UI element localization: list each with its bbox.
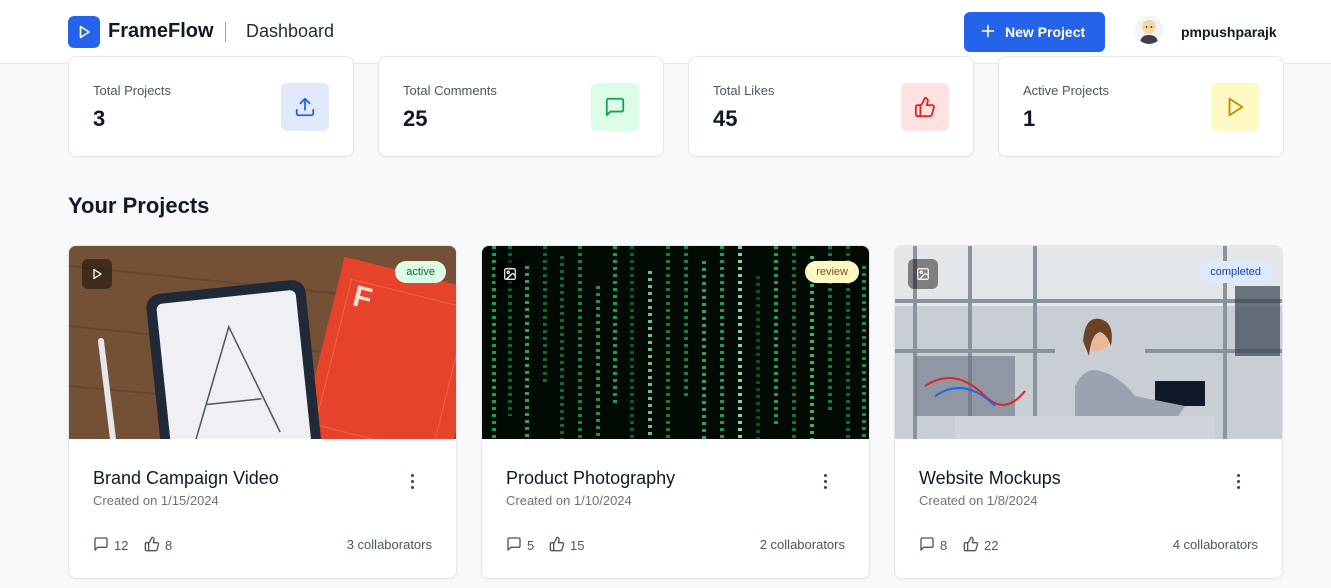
stat-value: 45 — [713, 106, 738, 131]
project-title[interactable]: Product Photography — [506, 468, 675, 489]
comment-count-value: 8 — [940, 538, 948, 553]
project-title[interactable]: Brand Campaign Video — [93, 468, 279, 489]
comment-count: 8 — [919, 536, 947, 555]
thumbs-up-icon — [901, 83, 949, 131]
comment-count: 5 — [506, 536, 534, 555]
plus-icon — [981, 24, 995, 41]
thumbs-up-icon — [963, 536, 979, 555]
like-count: 15 — [549, 536, 584, 555]
thumbs-up-icon — [549, 536, 565, 555]
stat-value: 1 — [1023, 106, 1036, 131]
stat-value: 25 — [403, 106, 428, 131]
stat-label: Total Projects — [93, 83, 172, 98]
stat-label: Total Likes — [713, 83, 775, 98]
stat-card-active-projects: Active Projects 1 — [998, 56, 1284, 157]
status-badge: review — [805, 261, 859, 283]
project-thumbnail[interactable]: F active — [69, 246, 456, 439]
like-count-value: 8 — [165, 538, 173, 553]
comment-icon — [919, 536, 935, 555]
upload-icon — [281, 83, 329, 131]
project-date: Created on 1/10/2024 — [506, 493, 632, 508]
project-card-website-mockups[interactable]: completed Website Mockups Created on 1/8… — [894, 245, 1283, 579]
stat-label: Total Comments — [403, 83, 497, 98]
top-header: FrameFlow Dashboard New Project pmpushpa… — [0, 0, 1331, 64]
collaborator-count: 4 collaborators — [1172, 537, 1258, 552]
like-count-value: 22 — [984, 538, 999, 553]
comment-icon — [506, 536, 522, 555]
more-options-icon[interactable] — [405, 470, 419, 492]
new-project-label: New Project — [1005, 24, 1086, 40]
status-badge: completed — [1199, 261, 1272, 283]
like-count: 22 — [963, 536, 998, 555]
comment-count: 12 — [93, 536, 128, 555]
stat-card-total-projects: Total Projects 3 — [68, 56, 354, 157]
comment-count-value: 5 — [527, 538, 535, 553]
like-count-value: 15 — [570, 538, 585, 553]
stat-card-total-likes: Total Likes 45 — [688, 56, 974, 157]
new-project-button[interactable]: New Project — [964, 12, 1105, 52]
stat-value: 3 — [93, 106, 106, 131]
image-icon — [908, 259, 938, 289]
brand-name[interactable]: FrameFlow — [108, 20, 214, 43]
status-badge: active — [395, 261, 446, 283]
project-date: Created on 1/15/2024 — [93, 493, 219, 508]
collaborator-count: 3 collaborators — [346, 537, 432, 552]
section-title: Your Projects — [68, 193, 210, 218]
comment-icon — [93, 536, 109, 555]
collaborator-count: 2 collaborators — [759, 537, 845, 552]
header-divider — [225, 22, 226, 42]
message-icon — [591, 83, 639, 131]
image-icon — [495, 259, 525, 289]
like-count: 8 — [144, 536, 172, 555]
project-title[interactable]: Website Mockups — [919, 468, 1061, 489]
more-options-icon[interactable] — [818, 470, 832, 492]
user-avatar[interactable] — [1135, 16, 1163, 44]
stat-card-total-comments: Total Comments 25 — [378, 56, 664, 157]
video-icon — [82, 259, 112, 289]
comment-count-value: 12 — [114, 538, 129, 553]
logo-play-icon[interactable] — [68, 16, 100, 48]
project-card-product-photography[interactable]: review Product Photography Created on 1/… — [481, 245, 870, 579]
project-thumbnail[interactable]: review — [482, 246, 869, 439]
page-title: Dashboard — [246, 21, 335, 41]
play-icon — [1211, 83, 1259, 131]
more-options-icon[interactable] — [1231, 470, 1245, 492]
project-card-brand-campaign-video[interactable]: F active Brand Campaign Video Created on… — [68, 245, 457, 579]
username[interactable]: pmpushparajk — [1181, 24, 1277, 40]
thumbs-up-icon — [144, 536, 160, 555]
project-date: Created on 1/8/2024 — [919, 493, 1038, 508]
project-thumbnail[interactable]: completed — [895, 246, 1282, 439]
stat-label: Active Projects — [1023, 83, 1109, 98]
